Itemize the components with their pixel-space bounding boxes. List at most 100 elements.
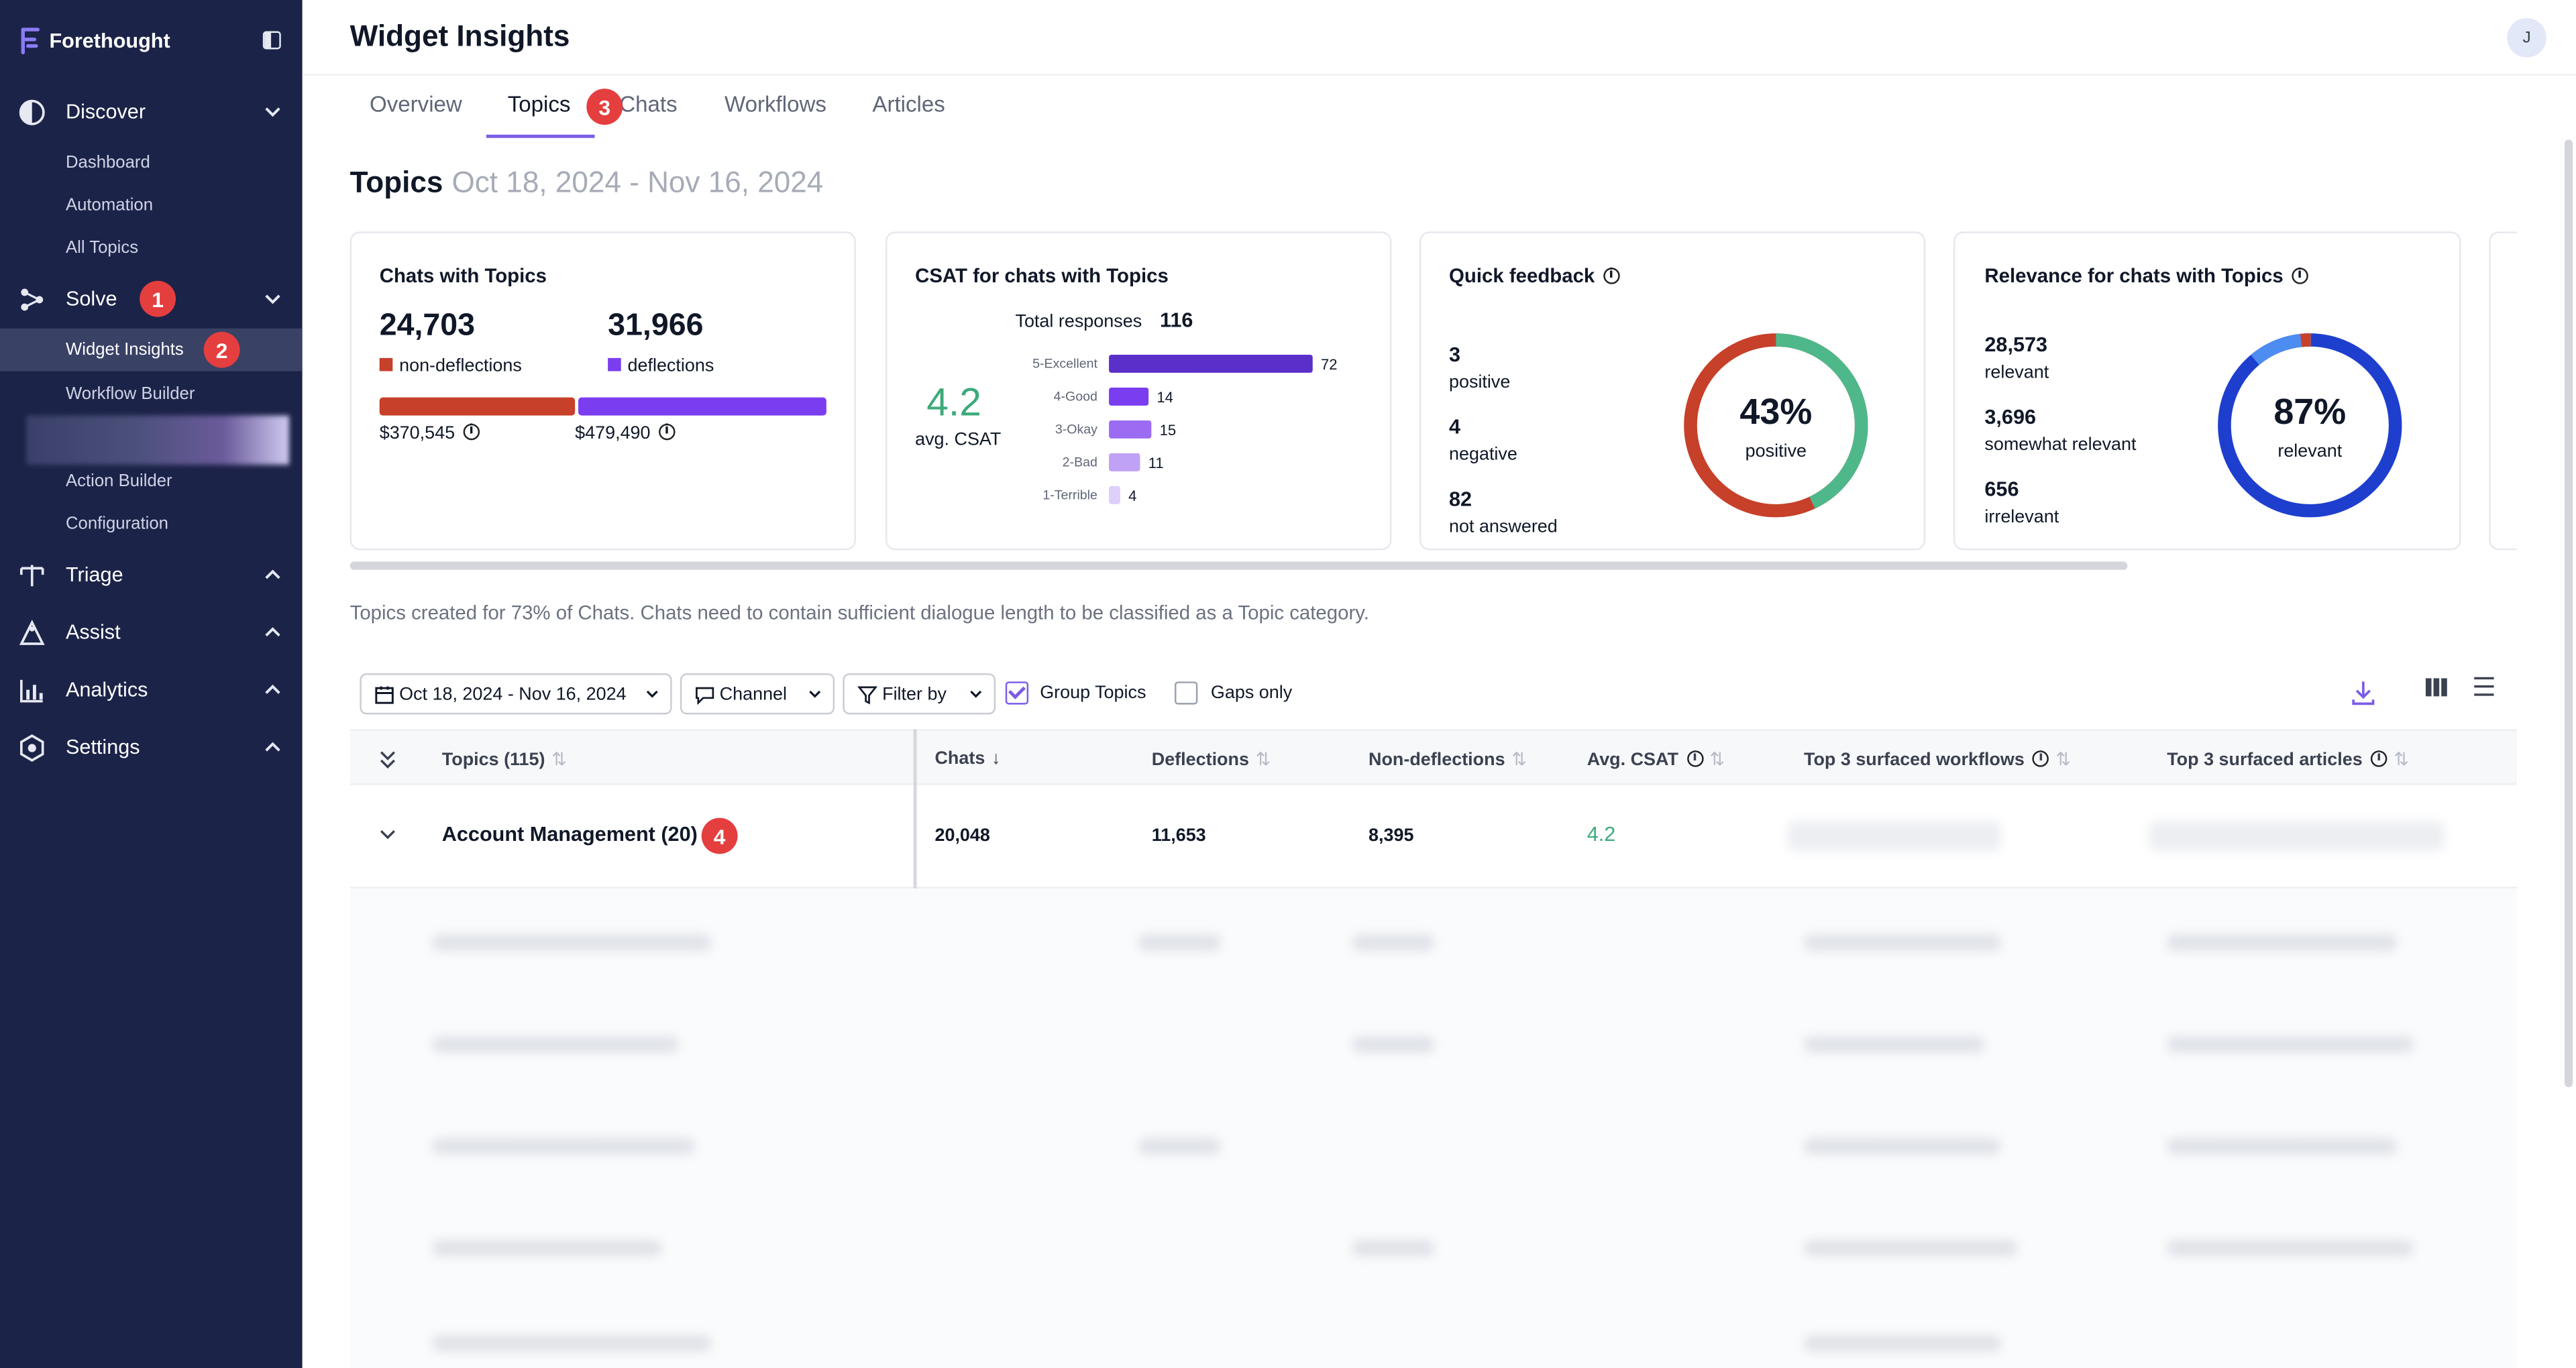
- csat-bar: [1109, 387, 1149, 406]
- sidebar-item-automation[interactable]: Automation: [0, 184, 303, 227]
- channel-filter[interactable]: Channel: [680, 673, 835, 715]
- page-vertical-scrollbar[interactable]: [2564, 139, 2573, 1088]
- table-row[interactable]: Account Management (20) 20,048 11,653 8,…: [350, 785, 2517, 889]
- brand-logo[interactable]: Forethought: [19, 26, 170, 56]
- csat-rating-label: 4-Good: [1054, 390, 1097, 404]
- list-density-icon[interactable]: [2473, 675, 2496, 698]
- group-topics-checkbox[interactable]: [1005, 681, 1029, 705]
- info-icon[interactable]: [2370, 749, 2387, 767]
- sort-icon[interactable]: ⇅: [1511, 750, 1527, 770]
- card-title-text: Quick feedback: [1449, 264, 1595, 288]
- sort-icon[interactable]: ⇅: [2055, 750, 2071, 770]
- sidebar-item-dashboard[interactable]: Dashboard: [0, 141, 303, 184]
- filter-icon: [857, 685, 877, 704]
- sort-icon[interactable]: ⇅: [2394, 750, 2409, 770]
- chevron-up-icon: [265, 569, 280, 579]
- redacted-line: [2167, 1239, 2414, 1257]
- sidebar-item-configuration[interactable]: Configuration: [0, 502, 303, 545]
- download-icon[interactable]: [2351, 680, 2376, 706]
- sort-desc-icon[interactable]: ↓: [991, 749, 1000, 768]
- column-header-avg-csat[interactable]: Avg. CSAT ⇅: [1587, 749, 1725, 771]
- sidebar-item-label: All Topics: [65, 238, 139, 258]
- info-icon[interactable]: [2291, 266, 2308, 284]
- redacted-line: [1804, 1335, 2001, 1352]
- column-header-nondeflections[interactable]: Non-deflections ⇅: [1368, 749, 1527, 771]
- deflection-split-bar: [379, 397, 826, 416]
- sidebar-section-analytics[interactable]: Analytics: [0, 667, 303, 713]
- sidebar-item-all-topics[interactable]: All Topics: [0, 227, 303, 270]
- somewhat-relevant-value: 3,696: [1984, 405, 2036, 429]
- info-icon[interactable]: [2033, 749, 2049, 767]
- card-title: CSAT for chats with Topics: [915, 264, 1169, 288]
- column-header-top-workflows[interactable]: Top 3 surfaced workflows ⇅: [1804, 749, 2071, 771]
- discover-icon: [19, 99, 45, 125]
- redacted-line: [1352, 1239, 1434, 1257]
- sidebar-section-discover[interactable]: Discover: [0, 89, 303, 135]
- sidebar-section-assist[interactable]: Assist: [0, 610, 303, 656]
- csat-bar: [1109, 453, 1140, 471]
- info-icon[interactable]: [1603, 266, 1620, 284]
- sidebar: Forethought Discover Dashboard Automatio…: [0, 0, 303, 1368]
- column-header-topics[interactable]: Topics (115) ⇅: [442, 749, 567, 770]
- top-bar: Widget Insights J: [302, 0, 2576, 76]
- sort-icon[interactable]: ⇅: [551, 750, 567, 770]
- deflections-cost: $479,490: [575, 422, 676, 443]
- column-label: Deflections: [1151, 750, 1249, 771]
- nondeflection-swatch: [379, 357, 393, 372]
- redacted-line: [432, 1239, 662, 1257]
- collapse-all-icon[interactable]: [378, 749, 397, 771]
- not-answered-value: 82: [1449, 488, 1472, 511]
- column-header-deflections[interactable]: Deflections ⇅: [1151, 749, 1271, 771]
- tab-chats[interactable]: Chats: [619, 92, 677, 117]
- sidebar-item-action-builder[interactable]: Action Builder: [0, 460, 303, 503]
- chat-bubble-icon: [696, 686, 714, 704]
- deflections-legend: deflections: [608, 356, 714, 376]
- sort-icon[interactable]: ⇅: [1256, 750, 1271, 770]
- column-header-chats[interactable]: Chats ↓: [934, 749, 1000, 768]
- solve-icon: [21, 288, 44, 311]
- tab-topics[interactable]: Topics: [508, 92, 571, 117]
- tab-articles[interactable]: Articles: [872, 92, 945, 117]
- sidebar-section-settings[interactable]: Settings: [0, 724, 303, 771]
- filter-by-dropdown[interactable]: Filter by: [843, 673, 996, 715]
- column-label: Non-deflections: [1368, 750, 1505, 771]
- avatar[interactable]: J: [2507, 17, 2546, 58]
- redacted-sidebar-item: [26, 415, 290, 465]
- chevron-down-icon[interactable]: [378, 828, 397, 844]
- irrelevant-label: irrelevant: [1984, 507, 2059, 528]
- calendar-icon: [375, 685, 394, 703]
- chevron-up-icon: [265, 627, 280, 637]
- card-title-text: Relevance for chats with Topics: [1984, 264, 2284, 288]
- sidebar-item-workflow-builder[interactable]: Workflow Builder: [0, 373, 303, 416]
- sidebar-section-triage[interactable]: Triage: [0, 552, 303, 598]
- column-label: Avg. CSAT: [1587, 750, 1678, 771]
- sort-icon[interactable]: ⇅: [1709, 750, 1725, 770]
- sidebar-item-label: Workflow Builder: [65, 384, 195, 404]
- date-range-filter[interactable]: Oct 18, 2024 - Nov 16, 2024: [360, 673, 672, 715]
- chevron-down-icon: [265, 107, 280, 117]
- total-responses-value: 116: [1159, 308, 1193, 332]
- sidebar-collapse-icon[interactable]: [262, 31, 281, 50]
- cards-horizontal-scrollbar[interactable]: [350, 561, 2128, 570]
- info-icon[interactable]: [463, 422, 480, 441]
- deflection-swatch: [608, 357, 621, 372]
- csat-rating-label: 2-Bad: [1063, 455, 1097, 470]
- columns-icon[interactable]: [2425, 677, 2448, 698]
- analytics-icon: [20, 679, 43, 703]
- csat-rating-chart: 5-Excellent 72 4-Good 14 3-Okay 15 2-Bad 11 1-Te…: [1032, 354, 1338, 504]
- relevant-label: relevant: [1984, 363, 2049, 383]
- info-icon[interactable]: [1686, 749, 1703, 767]
- tab-workflows[interactable]: Workflows: [724, 92, 826, 117]
- column-header-top-articles[interactable]: Top 3 surfaced articles ⇅: [2167, 749, 2409, 771]
- tab-overview[interactable]: Overview: [370, 92, 462, 117]
- gaps-only-checkbox[interactable]: [1175, 681, 1198, 705]
- csat-bar-value: 15: [1160, 422, 1177, 439]
- redacted-line: [1804, 1239, 2018, 1257]
- settings-icon: [20, 734, 44, 762]
- legend-label: deflections: [627, 356, 714, 376]
- redacted-line: [2167, 1138, 2398, 1155]
- topic-name[interactable]: Account Management (20): [442, 823, 698, 846]
- redacted-line: [2167, 1036, 2414, 1053]
- sidebar-item-widget-insights[interactable]: Widget Insights: [0, 328, 303, 372]
- info-icon[interactable]: [658, 422, 676, 441]
